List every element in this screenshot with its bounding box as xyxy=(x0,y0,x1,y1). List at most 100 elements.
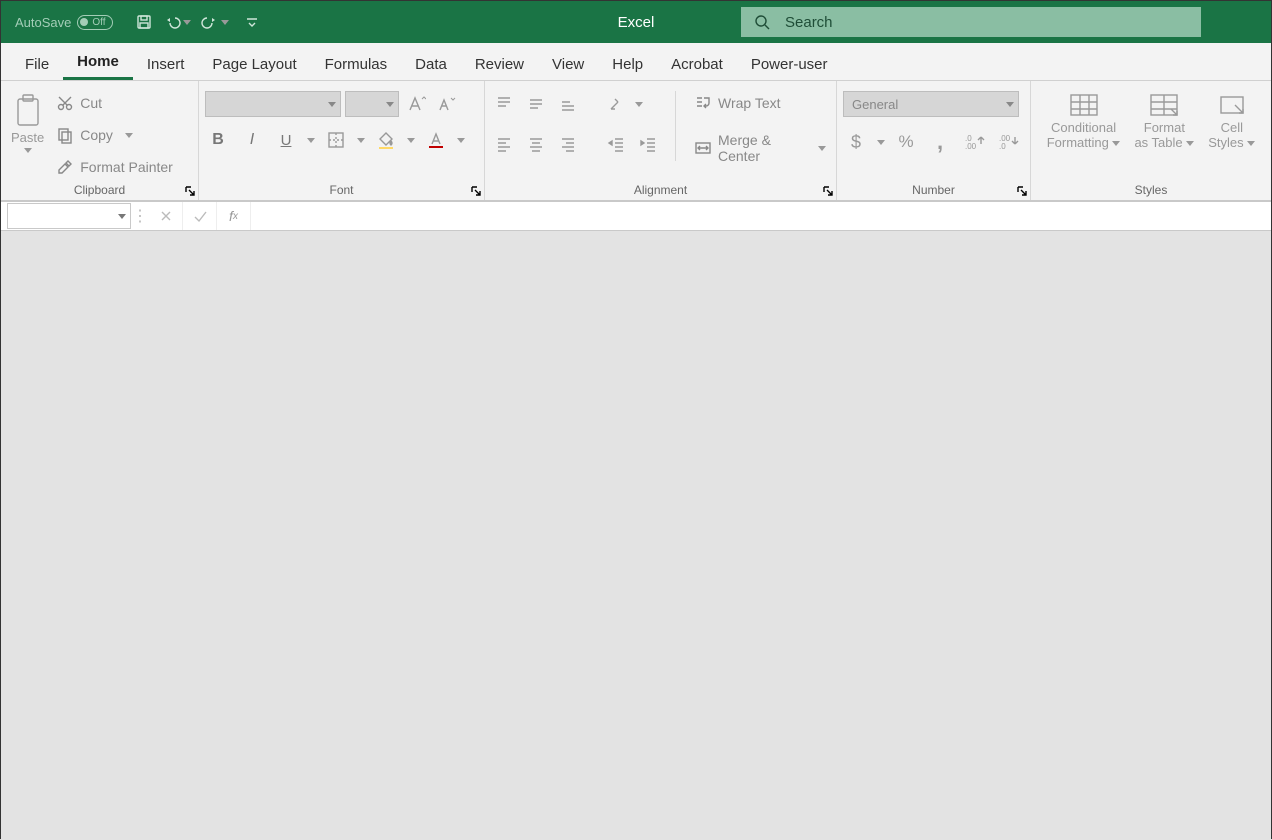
tab-page-layout[interactable]: Page Layout xyxy=(198,48,310,80)
cell-styles-label: CellStyles xyxy=(1208,120,1243,150)
accounting-format-button[interactable]: $ xyxy=(843,129,869,155)
increase-decimal-button[interactable]: .0.00 xyxy=(961,129,987,155)
conditional-label: ConditionalFormatting xyxy=(1047,120,1116,150)
tab-review[interactable]: Review xyxy=(461,48,538,80)
merge-center-button[interactable]: Merge & Center xyxy=(690,129,830,167)
conditional-formatting-button[interactable]: ConditionalFormatting xyxy=(1043,89,1125,153)
fill-color-button[interactable] xyxy=(373,127,399,153)
wrap-text-label: Wrap Text xyxy=(718,95,781,111)
font-color-button[interactable] xyxy=(423,127,449,153)
tab-insert[interactable]: Insert xyxy=(133,48,199,80)
group-label-number: Number xyxy=(843,181,1024,200)
borders-button[interactable] xyxy=(323,127,349,153)
increase-indent-button[interactable] xyxy=(635,131,661,157)
svg-text:.0: .0 xyxy=(999,142,1006,151)
autosave-toggle[interactable]: Off xyxy=(77,15,112,30)
number-format-combo[interactable]: General xyxy=(843,91,1019,117)
chevron-down-icon[interactable] xyxy=(635,102,643,107)
tab-home[interactable]: Home xyxy=(63,45,133,80)
tab-acrobat[interactable]: Acrobat xyxy=(657,48,737,80)
align-right-button[interactable] xyxy=(555,131,581,157)
number-dialog-launcher[interactable] xyxy=(1016,185,1028,197)
enter-formula-button[interactable] xyxy=(183,202,217,230)
alignment-dialog-launcher[interactable] xyxy=(822,185,834,197)
increase-font-button[interactable] xyxy=(403,91,429,117)
tab-view[interactable]: View xyxy=(538,48,598,80)
wrap-text-button[interactable]: Wrap Text xyxy=(690,91,830,115)
align-bottom-button[interactable] xyxy=(555,91,581,117)
name-box[interactable] xyxy=(7,203,131,229)
chevron-down-icon[interactable] xyxy=(457,138,465,143)
clipboard-dialog-launcher[interactable] xyxy=(184,185,196,197)
number-format-value: General xyxy=(852,97,898,112)
format-as-table-button[interactable]: Formatas Table xyxy=(1130,89,1198,153)
format-painter-button[interactable]: Format Painter xyxy=(52,155,177,179)
group-alignment: Wrap Text Merge & Center Alignment xyxy=(485,81,837,200)
formula-input[interactable] xyxy=(251,202,1271,230)
insert-function-button[interactable]: fx xyxy=(217,202,251,230)
cell-styles-button[interactable]: CellStyles xyxy=(1204,89,1259,153)
title-bar: AutoSave Off Excel xyxy=(1,1,1271,43)
chevron-down-icon[interactable] xyxy=(357,138,365,143)
group-label-styles: Styles xyxy=(1037,181,1265,200)
tab-data[interactable]: Data xyxy=(401,48,461,80)
copy-label: Copy xyxy=(80,127,113,143)
table-icon xyxy=(1147,91,1181,119)
chevron-down-icon xyxy=(1247,141,1255,146)
redo-button[interactable] xyxy=(201,13,229,31)
copy-button[interactable]: Copy xyxy=(52,123,177,147)
search-box[interactable] xyxy=(741,7,1201,37)
tab-formulas[interactable]: Formulas xyxy=(311,48,402,80)
tab-power-user[interactable]: Power-user xyxy=(737,48,842,80)
save-button[interactable] xyxy=(135,13,153,31)
group-number: General $ % , .0.00 .00.0 Number xyxy=(837,81,1031,200)
paste-button[interactable]: Paste xyxy=(7,91,48,155)
chevron-down-icon[interactable] xyxy=(877,140,885,145)
align-left-button[interactable] xyxy=(491,131,517,157)
percent-button[interactable]: % xyxy=(893,129,919,155)
wrap-text-icon xyxy=(694,94,712,112)
tab-file[interactable]: File xyxy=(11,48,63,80)
align-center-button[interactable] xyxy=(523,131,549,157)
chevron-down-icon xyxy=(1006,102,1014,107)
tab-help[interactable]: Help xyxy=(598,48,657,80)
search-input[interactable] xyxy=(785,14,1189,31)
worksheet-area[interactable] xyxy=(1,231,1271,840)
chevron-down-icon xyxy=(1186,141,1194,146)
cut-label: Cut xyxy=(80,95,102,111)
formula-bar: ⋮ fx xyxy=(1,201,1271,231)
decrease-indent-button[interactable] xyxy=(603,131,629,157)
orientation-button[interactable] xyxy=(603,91,629,117)
group-styles: ConditionalFormatting Formatas Table Cel… xyxy=(1031,81,1271,200)
chevron-down-icon xyxy=(183,20,191,25)
decrease-font-button[interactable] xyxy=(433,91,459,117)
comma-button[interactable]: , xyxy=(927,129,953,155)
quick-access-toolbar xyxy=(127,13,259,31)
decrease-decimal-button[interactable]: .00.0 xyxy=(995,129,1021,155)
italic-button[interactable]: I xyxy=(239,127,265,153)
underline-button[interactable]: U xyxy=(273,127,299,153)
search-icon xyxy=(753,13,771,31)
group-clipboard: Paste Cut Copy Format Painter Cli xyxy=(1,81,199,200)
chevron-down-icon xyxy=(328,102,336,107)
paintbrush-icon xyxy=(56,158,74,176)
customize-qat-button[interactable] xyxy=(245,15,259,29)
undo-button[interactable] xyxy=(163,13,191,31)
font-size-combo[interactable] xyxy=(345,91,399,117)
paste-label: Paste xyxy=(11,131,44,146)
font-dialog-launcher[interactable] xyxy=(470,185,482,197)
chevron-down-icon[interactable] xyxy=(407,138,415,143)
chevron-down-icon xyxy=(818,146,826,151)
cancel-formula-button[interactable] xyxy=(149,202,183,230)
cut-button[interactable]: Cut xyxy=(52,91,177,115)
chevron-down-icon[interactable] xyxy=(307,138,315,143)
align-middle-button[interactable] xyxy=(523,91,549,117)
toggle-knob xyxy=(80,18,88,26)
align-top-button[interactable] xyxy=(491,91,517,117)
font-name-combo[interactable] xyxy=(205,91,341,117)
ribbon-tabs: File Home Insert Page Layout Formulas Da… xyxy=(1,43,1271,81)
group-label-alignment: Alignment xyxy=(491,181,830,200)
separator: ⋮ xyxy=(131,202,149,230)
autosave-control[interactable]: AutoSave Off xyxy=(1,15,127,30)
bold-button[interactable]: B xyxy=(205,127,231,153)
